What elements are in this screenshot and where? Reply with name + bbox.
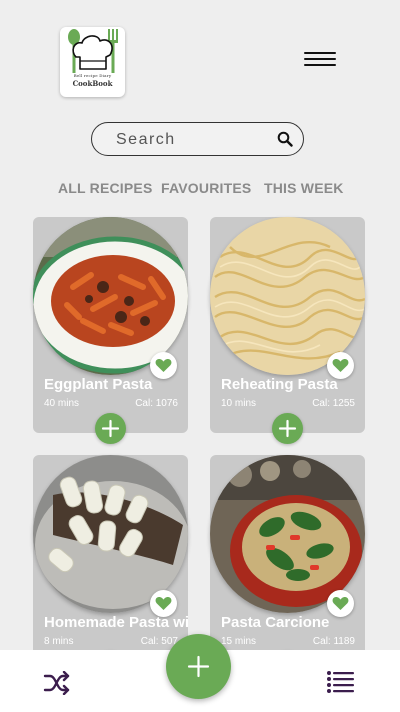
recipe-title: Reheating Pasta [221,376,338,393]
favourite-button[interactable] [150,590,177,617]
list-icon[interactable] [327,671,354,693]
plus-icon [187,655,210,678]
recipe-card[interactable]: Reheating Pasta 10 mins Cal: 1255 [210,217,365,444]
recipe-calories: Cal: 1255 [312,398,355,409]
shuffle-icon[interactable] [43,671,71,695]
favourite-button[interactable] [150,352,177,379]
recipe-card[interactable]: Homemade Pasta with Macaroni 8 mins Cal:… [33,455,188,682]
recipe-title: Pasta Carcione [221,614,330,631]
add-recipe-button[interactable] [95,413,126,444]
heart-icon [155,358,172,372]
tab-this-week[interactable]: THIS WEEK [264,180,344,196]
recipe-tabs: ALL RECIPES FAVOURITES THIS WEEK [58,180,358,198]
plus-icon [101,419,120,438]
add-new-recipe-button[interactable] [166,634,231,699]
recipe-time: 8 mins [44,636,74,647]
recipe-card[interactable]: Eggplant Pasta 40 mins Cal: 1076 [33,217,188,444]
heart-icon [155,596,172,610]
recipe-time: 40 mins [44,398,80,409]
search-input[interactable] [114,130,268,150]
favourite-button[interactable] [327,352,354,379]
hamburger-menu-icon[interactable] [302,48,338,70]
add-recipe-button[interactable] [272,413,303,444]
heart-icon [332,358,349,372]
recipe-time: 15 mins [221,636,257,647]
logo-title: CookBook [72,79,113,88]
heart-icon [332,596,349,610]
favourite-button[interactable] [327,590,354,617]
recipe-calories: Cal: 1189 [312,636,355,647]
plus-icon [278,419,297,438]
recipe-title: Eggplant Pasta [44,376,153,393]
logo-subtitle: Bell recipe Diary [73,73,112,78]
recipe-title: Homemade Pasta with Macaroni [44,614,188,631]
cookbook-app: Bell recipe Diary CookBook ALL RECIPES F… [0,0,400,712]
recipe-card[interactable]: Pasta Carcione 15 mins Cal: 1189 [210,455,365,682]
search-bar [91,122,304,156]
search-icon[interactable] [277,131,293,147]
tab-all-recipes[interactable]: ALL RECIPES [58,180,153,196]
tab-favourites[interactable]: FAVOURITES [161,180,251,196]
recipe-calories: Cal: 1076 [135,398,178,409]
app-logo[interactable]: Bell recipe Diary CookBook [60,27,125,97]
recipe-time: 10 mins [221,398,257,409]
